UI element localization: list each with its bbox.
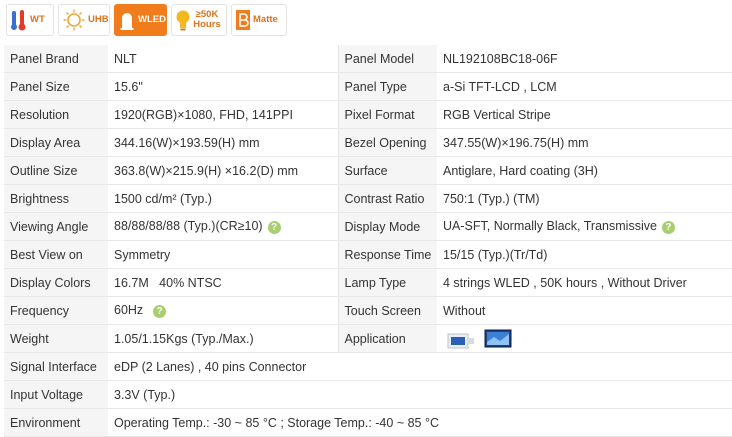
table-row: Outline Size 363.8(W)×215.9(H) ×16.2(D) … [4, 156, 732, 185]
help-icon[interactable]: ? [267, 220, 281, 234]
table-row: Signal Interface eDP (2 Lanes) , 40 pins… [4, 352, 732, 381]
spec-label: Lamp Type [337, 268, 437, 297]
monitor-icon[interactable] [447, 328, 475, 350]
sun-icon [63, 9, 85, 31]
spec-value: Operating Temp.: -30 ~ 85 °C ; Storage T… [108, 408, 732, 437]
led-icon [120, 13, 134, 30]
table-row: Brightness 1500 cd/m² (Typ.) Contrast Ra… [4, 184, 732, 213]
spec-value: UA-SFT, Normally Black, Transmissive [443, 219, 657, 234]
bulb-icon [176, 10, 190, 31]
spec-label: Environment [4, 408, 108, 437]
thermometer-icon [11, 10, 26, 31]
table-row: Display Colors 16.7M 40% NTSC Lamp Type … [4, 268, 732, 297]
help-icon[interactable]: ? [661, 220, 675, 234]
spec-value: NLT [108, 45, 338, 73]
spec-value: eDP (2 Lanes) , 40 pins Connector [108, 352, 732, 381]
table-row: Resolution 1920(RGB)×1080, FHD, 141PPI P… [4, 100, 732, 129]
spec-value: 1920(RGB)×1080, FHD, 141PPI [108, 100, 338, 129]
badge-label: WT [30, 14, 45, 25]
spec-label: Contrast Ratio [337, 184, 437, 213]
feature-badges: WT UHB WLED ≥50K Hours Matte [6, 4, 287, 42]
spec-label: Bezel Opening [337, 128, 437, 157]
spec-value: RGB Vertical Stripe [437, 100, 732, 129]
spec-table: Panel Brand NLT Panel Model NL192108BC18… [4, 45, 732, 437]
table-row: Frequency 60Hz? Touch Screen Without [4, 296, 732, 325]
spec-value: 750:1 (Typ.) (TM) [437, 184, 732, 213]
table-row: Input Voltage 3.3V (Typ.) [4, 380, 732, 409]
spec-label: Brightness [4, 184, 108, 213]
display-screen-icon[interactable] [484, 328, 512, 350]
spec-label: Display Colors [4, 268, 108, 297]
spec-value: Symmetry [108, 240, 338, 269]
spec-label: Frequency [4, 296, 108, 325]
spec-label: Display Mode [337, 212, 437, 241]
help-icon[interactable]: ? [153, 304, 167, 318]
spec-value: 347.55(W)×196.75(H) mm [437, 128, 732, 157]
spec-label: Viewing Angle [4, 212, 108, 241]
spec-value-cell: UA-SFT, Normally Black, Transmissive? [437, 212, 732, 241]
table-row: Panel Brand NLT Panel Model NL192108BC18… [4, 45, 732, 73]
badge-uhb: UHB [58, 4, 110, 36]
spec-label: Application [337, 324, 437, 353]
spec-value-cell: 60Hz? [108, 296, 338, 325]
badge-50k-hours: ≥50K Hours [171, 4, 227, 36]
spec-label: Panel Size [4, 72, 108, 101]
badge-label: Matte [253, 14, 278, 25]
badge-wt: WT [6, 4, 54, 36]
spec-label: Resolution [4, 100, 108, 129]
table-row: Weight 1.05/1.15Kgs (Typ./Max.) Applicat… [4, 324, 732, 353]
spec-value: 15/15 (Typ.)(Tr/Td) [437, 240, 732, 269]
spec-label: Outline Size [4, 156, 108, 185]
badge-label: ≥50K Hours [193, 9, 221, 30]
table-row: Panel Size 15.6" Panel Type a-Si TFT-LCD… [4, 72, 732, 101]
spec-value: 1.05/1.15Kgs (Typ./Max.) [108, 324, 338, 353]
badge-label: WLED [138, 14, 166, 25]
spec-label: Weight [4, 324, 108, 353]
application-icons [437, 324, 732, 353]
spec-value: 363.8(W)×215.9(H) ×16.2(D) mm [108, 156, 338, 185]
spec-value: 4 strings WLED , 50K hours , Without Dri… [437, 268, 732, 297]
badge-matte: Matte [231, 4, 287, 36]
table-row: Best View on Symmetry Response Time 15/1… [4, 240, 732, 269]
spec-label: Panel Model [337, 45, 437, 73]
spec-value: 15.6" [108, 72, 338, 101]
table-row: Environment Operating Temp.: -30 ~ 85 °C… [4, 408, 732, 437]
spec-value: 1500 cd/m² (Typ.) [108, 184, 338, 213]
spec-label: Panel Brand [4, 45, 108, 73]
spec-label: Pixel Format [337, 100, 437, 129]
spec-value: a-Si TFT-LCD , LCM [437, 72, 732, 101]
spec-label: Signal Interface [4, 352, 108, 381]
spec-value: 344.16(W)×193.59(H) mm [108, 128, 338, 157]
badge-label: UHB [88, 14, 109, 25]
table-row: Viewing Angle 88/88/88/88 (Typ.)(CR≥10)?… [4, 212, 732, 241]
spec-label: Surface [337, 156, 437, 185]
badge-wled: WLED [114, 4, 167, 36]
spec-value: NL192108BC18-06F [437, 45, 732, 73]
spec-label: Display Area [4, 128, 108, 157]
spec-value: 60Hz [114, 303, 144, 318]
spec-label: Best View on [4, 240, 108, 269]
spec-label: Touch Screen [337, 296, 437, 325]
table-row: Display Area 344.16(W)×193.59(H) mm Beze… [4, 128, 732, 157]
spec-value: 3.3V (Typ.) [108, 380, 732, 409]
spec-label: Response Time [337, 240, 437, 269]
spec-value: Antiglare, Hard coating (3H) [437, 156, 732, 185]
spec-value: 16.7M 40% NTSC [108, 268, 338, 297]
spec-label: Panel Type [337, 72, 437, 101]
spec-value: 88/88/88/88 (Typ.)(CR≥10) [114, 219, 263, 234]
spec-value-cell: 88/88/88/88 (Typ.)(CR≥10)? [108, 212, 338, 241]
spec-value: Without [437, 296, 732, 325]
matte-icon [236, 10, 250, 30]
spec-label: Input Voltage [4, 380, 108, 409]
